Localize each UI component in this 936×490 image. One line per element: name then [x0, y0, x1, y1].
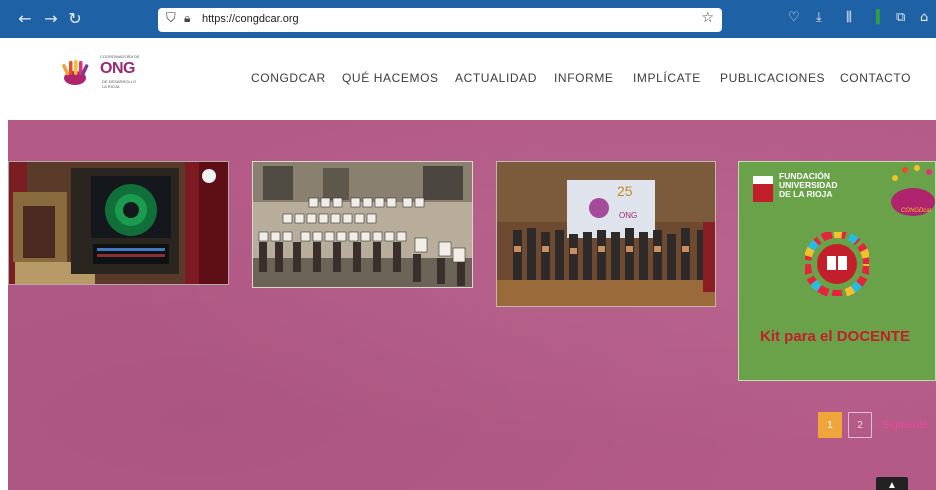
foundation-text: FUNDACIÓN UNIVERSIDAD DE LA RIOJA: [779, 171, 838, 199]
congdcar-badge-text: CONGDcar: [901, 208, 932, 214]
nav-contacto[interactable]: CONTACTO: [840, 71, 911, 85]
logo-sub-text: DE DESARROLLO LA RIOJA: [102, 79, 137, 89]
anniversary-event-photo: 25 ONG: [497, 162, 715, 306]
page-1-button[interactable]: 1: [818, 412, 842, 438]
pocket-icon[interactable]: ♡: [788, 10, 800, 25]
gallery-card-parliament[interactable]: [8, 161, 229, 285]
back-arrow-icon[interactable]: ←: [14, 9, 36, 28]
forward-arrow-icon[interactable]: →: [40, 9, 62, 28]
scroll-to-top-button[interactable]: ▲: [876, 477, 908, 490]
page-2-button[interactable]: 2: [848, 412, 872, 438]
url-text[interactable]: https://congdcar.org: [202, 13, 299, 25]
nav-implicate[interactable]: IMPLÍCATE: [633, 71, 701, 85]
green-extension-icon[interactable]: ▍: [876, 10, 886, 25]
bookmark-star-icon[interactable]: ☆: [701, 10, 714, 26]
publications-gallery: 25 ONG FUNDACIÓN UNIVERSIDAD DE LA RIOJA: [8, 120, 936, 490]
kit-docente-label: Kit para el DOCENTE: [760, 328, 911, 345]
gallery-card-25-aniversario[interactable]: 25 ONG: [496, 161, 716, 307]
lock-icon[interactable]: 🔒︎: [184, 11, 190, 26]
account-icon[interactable]: ⌂: [920, 10, 928, 25]
nav-actualidad[interactable]: ACTUALIDAD: [455, 71, 537, 85]
library-icon[interactable]: ⫼: [846, 10, 852, 25]
site-logo[interactable]: COORDINADORA DE ONG DE DESARROLLO LA RIO…: [60, 52, 144, 92]
chevron-up-icon: ▲: [887, 480, 897, 490]
nav-que-hacemos[interactable]: QUÉ HACEMOS: [342, 71, 439, 85]
address-bar[interactable]: ⛉ 🔒︎ https://congdcar.org ☆: [158, 8, 722, 32]
logo-top-text: COORDINADORA DE: [100, 54, 140, 59]
parliament-image: [9, 162, 228, 284]
cooperacion-photo: [253, 162, 472, 287]
gallery-card-cooperacion[interactable]: [252, 161, 473, 288]
shield-icon[interactable]: ⛉: [166, 11, 176, 26]
download-icon[interactable]: ⤓: [816, 10, 822, 25]
hand-logo-icon: [62, 60, 89, 85]
nav-informe[interactable]: INFORME: [554, 71, 614, 85]
next-page-link[interactable]: Siguiente: [882, 419, 928, 431]
pagination: 1 2 Siguiente: [818, 412, 928, 438]
nav-publicaciones[interactable]: PUBLICACIONES: [720, 71, 825, 85]
book-sdg-wheel-icon: [805, 232, 869, 296]
browser-toolbar: ← → ↻ ⛉ 🔒︎ https://congdcar.org ☆ ♡ ⤓ ⫼ …: [0, 0, 936, 38]
extensions-icon[interactable]: ⧉: [896, 10, 905, 25]
logo-ong-text: ONG: [100, 60, 135, 77]
gallery-card-kit-docente[interactable]: FUNDACIÓN UNIVERSIDAD DE LA RIOJA CONGDc…: [738, 161, 936, 381]
svg-text:25: 25: [617, 183, 633, 199]
banner-ong-text: ONG: [619, 211, 637, 220]
foundation-logo-icon: [753, 176, 773, 202]
nav-congdcar[interactable]: CONGDCAR: [251, 71, 326, 85]
reload-icon[interactable]: ↻: [64, 9, 86, 28]
